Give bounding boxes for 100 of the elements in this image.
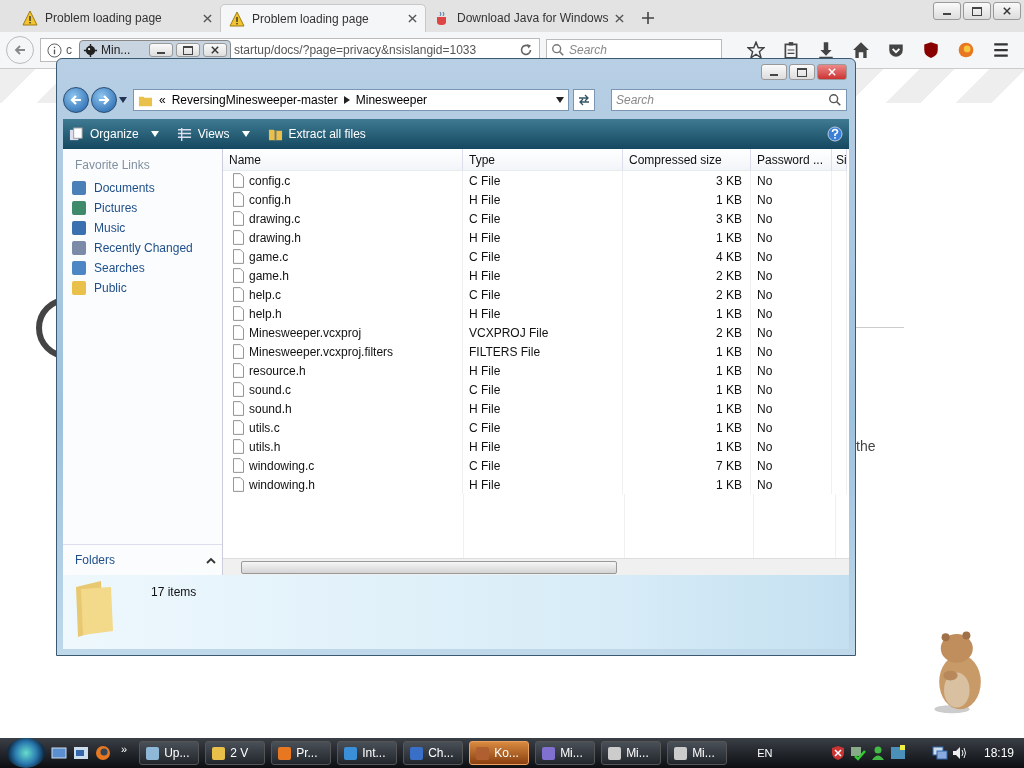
file-name[interactable]: windowing.c [249, 458, 315, 473]
user-icon[interactable] [869, 745, 886, 761]
download-icon[interactable] [817, 41, 835, 59]
table-cell: 1 KB [716, 420, 742, 435]
close-icon[interactable] [408, 14, 417, 23]
overflow-button[interactable]: » [121, 743, 128, 755]
file-name[interactable]: config.h [249, 192, 292, 207]
pocket-icon[interactable] [887, 41, 905, 59]
monitor-icon[interactable] [931, 745, 948, 761]
browser-tab[interactable]: Problem loading page [220, 4, 426, 32]
table-cell: No [757, 325, 773, 340]
favorite-link[interactable]: Documents [63, 178, 222, 198]
taskbar-button[interactable]: Mi... [535, 741, 596, 765]
file-name[interactable]: utils.h [249, 439, 281, 454]
table-cell: 2 KB [716, 268, 742, 283]
chevron-icon[interactable] [343, 96, 350, 104]
column-header[interactable]: Type [463, 149, 623, 171]
toolbar-button[interactable]: Extract all files [267, 126, 366, 142]
column-header[interactable]: Si [832, 149, 847, 171]
new-tab-button[interactable] [642, 12, 654, 24]
file-name[interactable]: utils.c [249, 420, 280, 435]
browser-tab[interactable]: Problem loading page [14, 4, 220, 32]
shield-icon[interactable] [829, 745, 846, 761]
minimize-button[interactable] [761, 64, 787, 80]
close-button[interactable] [203, 43, 227, 57]
star-icon[interactable] [747, 41, 765, 59]
file-name[interactable]: sound.h [249, 401, 292, 416]
close-button[interactable] [817, 64, 847, 80]
breadcrumb-overflow[interactable]: « [159, 93, 166, 107]
file-icon [233, 477, 244, 492]
maximize-button[interactable] [963, 2, 991, 20]
forward-button[interactable] [91, 87, 117, 113]
file-name[interactable]: game.c [249, 249, 289, 264]
help-icon[interactable] [827, 126, 843, 142]
favorite-link[interactable]: Public [63, 278, 222, 298]
search-field[interactable]: Search [611, 89, 847, 111]
file-name[interactable]: game.h [249, 268, 290, 283]
reload-icon[interactable] [519, 43, 533, 57]
taskbar-button[interactable]: 2 V [205, 741, 266, 765]
window-title-bar[interactable]: Min... [79, 40, 231, 60]
file-name[interactable]: drawing.c [249, 211, 301, 226]
address-bar[interactable]: « ReversingMinesweeper-master Minesweeper [133, 89, 569, 111]
toolbar-button[interactable]: Views [176, 126, 250, 142]
file-name[interactable]: Minesweeper.vcxproj.filters [249, 344, 394, 359]
desktop-icon[interactable] [51, 745, 67, 761]
favorite-link[interactable]: Recently Changed [63, 238, 222, 258]
taskbar-button[interactable]: Ko... [469, 741, 530, 765]
horizontal-scrollbar[interactable] [223, 558, 849, 575]
file-name[interactable]: help.c [249, 287, 282, 302]
close-icon[interactable] [203, 13, 212, 23]
table-cell: VCXPROJ File [469, 325, 549, 340]
maximize-button[interactable] [176, 43, 200, 57]
column-header[interactable]: Compressed size [623, 149, 751, 171]
table-cell: No [757, 382, 773, 397]
close-button[interactable] [993, 2, 1021, 20]
dropdown-icon[interactable] [556, 97, 564, 103]
file-name[interactable]: windowing.h [249, 477, 316, 492]
file-name[interactable]: help.h [249, 306, 282, 321]
table-cell: No [757, 287, 773, 302]
taskbar-button[interactable]: Pr... [271, 741, 332, 765]
toolbar-button[interactable]: Organize [69, 126, 159, 142]
maximize-button[interactable] [789, 64, 815, 80]
start-button[interactable] [7, 738, 45, 768]
clipboard-icon[interactable] [782, 41, 800, 59]
windows-icon[interactable] [73, 745, 89, 761]
search-field[interactable]: Search [546, 39, 722, 61]
browser-tab[interactable]: Download Java for Windows [426, 4, 632, 32]
taskbar-button[interactable]: Up... [139, 741, 200, 765]
taskbar-button[interactable]: Ch... [403, 741, 464, 765]
minimize-button[interactable] [933, 2, 961, 20]
taskbar-button[interactable]: Mi... [667, 741, 728, 765]
minimize-button[interactable] [149, 43, 173, 57]
taskbar-button[interactable]: Mi... [601, 741, 662, 765]
speaker-icon[interactable] [951, 745, 968, 761]
home-icon[interactable] [852, 41, 870, 59]
shield-icon[interactable] [922, 41, 940, 59]
column-header[interactable]: Password ... [751, 149, 832, 171]
column-header[interactable]: Name [223, 149, 463, 171]
file-name[interactable]: Minesweeper.vcxproj [249, 325, 362, 340]
file-name[interactable]: config.c [249, 173, 291, 188]
close-icon[interactable] [615, 13, 624, 23]
menu-icon[interactable] [992, 41, 1010, 59]
favorite-link[interactable]: Music [63, 218, 222, 238]
language-indicator[interactable]: EN [757, 747, 773, 759]
favorite-link[interactable]: Pictures [63, 198, 222, 218]
network-icon[interactable] [889, 745, 906, 761]
taskbar-button[interactable]: Int... [337, 741, 398, 765]
table-cell: 3 KB [716, 211, 742, 226]
file-name[interactable]: drawing.h [249, 230, 302, 245]
breadcrumb-item[interactable]: Minesweeper [355, 93, 428, 107]
breadcrumb-item[interactable]: ReversingMinesweeper-master [171, 93, 338, 107]
file-icon [233, 306, 244, 321]
file-name[interactable]: sound.c [249, 382, 292, 397]
favorite-link[interactable]: Searches [63, 258, 222, 278]
check-icon[interactable] [849, 745, 866, 761]
file-name[interactable]: resource.h [249, 363, 306, 378]
back-button[interactable] [63, 87, 89, 113]
file-icon [233, 230, 244, 245]
refresh-button[interactable] [573, 89, 595, 111]
dropdown-icon[interactable] [119, 97, 127, 103]
